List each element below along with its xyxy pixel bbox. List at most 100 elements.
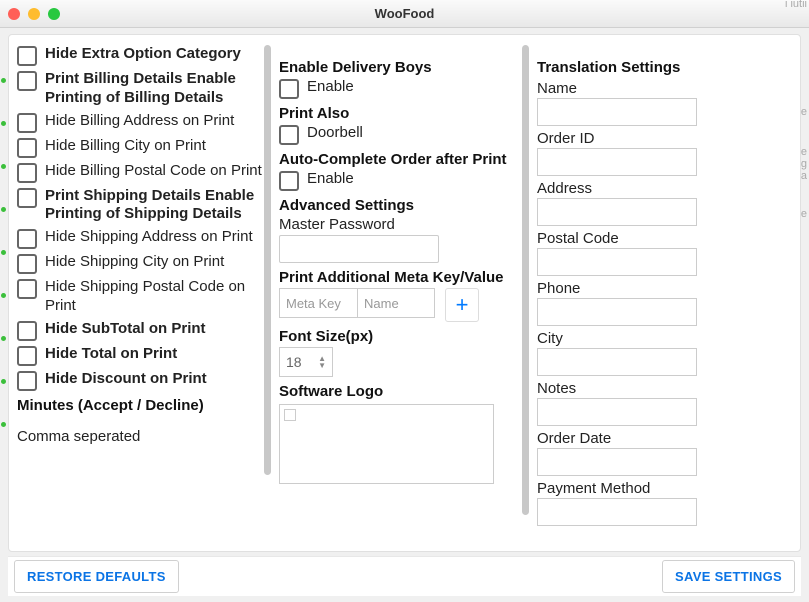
minutes-note: Comma seperated xyxy=(17,428,263,445)
stepper-arrows: ▲ ▼ xyxy=(318,355,326,369)
software-logo-box[interactable] xyxy=(279,404,494,484)
software-logo-heading: Software Logo xyxy=(279,383,521,400)
print-option-checkbox[interactable] xyxy=(17,138,37,158)
translation-field-input[interactable] xyxy=(537,98,697,126)
restore-defaults-button[interactable]: RESTORE DEFAULTS xyxy=(14,560,179,593)
translation-field-label: Payment Method xyxy=(537,480,792,497)
print-option-label: Hide Billing City on Print xyxy=(45,137,206,156)
print-option-checkbox[interactable] xyxy=(17,321,37,341)
print-option-label: Print Shipping Details Enable Printing o… xyxy=(45,187,263,225)
scrollbar-col1[interactable] xyxy=(264,35,271,533)
translation-field-input[interactable] xyxy=(537,198,697,226)
close-icon[interactable] xyxy=(8,8,20,20)
print-option-checkbox[interactable] xyxy=(17,279,37,299)
print-option-checkbox[interactable] xyxy=(17,254,37,274)
print-option-row: Hide Total on Print xyxy=(17,345,263,366)
print-option-label: Hide Billing Postal Code on Print xyxy=(45,162,262,181)
font-size-stepper[interactable]: 18 ▲ ▼ xyxy=(279,347,333,377)
translation-field-input[interactable] xyxy=(537,448,697,476)
print-option-checkbox[interactable] xyxy=(17,188,37,208)
print-option-checkbox[interactable] xyxy=(17,371,37,391)
advanced-settings-heading: Advanced Settings xyxy=(279,197,521,214)
window-title: WooFood xyxy=(0,6,809,21)
translation-field-label: Notes xyxy=(537,380,792,397)
bg-fragment: i iutii xyxy=(785,0,807,10)
print-option-label: Hide Discount on Print xyxy=(45,370,207,389)
print-option-label: Hide SubTotal on Print xyxy=(45,320,206,339)
print-option-row: Hide Billing Address on Print xyxy=(17,112,263,133)
meta-row: Meta Key Name + xyxy=(279,288,521,322)
translation-field-label: Phone xyxy=(537,280,792,297)
master-password-label: Master Password xyxy=(279,216,521,233)
print-option-label: Hide Extra Option Category xyxy=(45,45,241,64)
print-option-row: Hide Shipping City on Print xyxy=(17,253,263,274)
auto-complete-checkbox[interactable] xyxy=(279,171,299,191)
font-size-value: 18 xyxy=(286,354,302,370)
print-option-label: Hide Billing Address on Print xyxy=(45,112,234,131)
translation-field-label: Order Date xyxy=(537,430,792,447)
bg-fragment: e xyxy=(801,208,807,220)
print-option-label: Hide Shipping Address on Print xyxy=(45,228,253,247)
print-option-row: Hide Discount on Print xyxy=(17,370,263,391)
bg-fragment: ega xyxy=(801,146,807,182)
titlebar: WooFood i iutii xyxy=(0,0,809,28)
master-password-input[interactable] xyxy=(279,235,439,263)
print-option-row: Hide Billing City on Print xyxy=(17,137,263,158)
print-option-label: Print Billing Details Enable Printing of… xyxy=(45,70,263,108)
bg-fragment: e xyxy=(801,106,807,118)
chevron-down-icon[interactable]: ▼ xyxy=(318,362,326,369)
translation-field-input[interactable] xyxy=(537,348,697,376)
scrollbar-col2[interactable] xyxy=(522,35,529,533)
print-option-checkbox[interactable] xyxy=(17,163,37,183)
translation-field-input[interactable] xyxy=(537,298,697,326)
translation-field-label: Name xyxy=(537,80,792,97)
column-middle-settings: Enable Delivery Boys Enable Print Also D… xyxy=(271,35,529,551)
font-size-heading: Font Size(px) xyxy=(279,328,521,345)
window-controls xyxy=(8,8,60,20)
minutes-heading: Minutes (Accept / Decline) xyxy=(17,397,263,414)
translation-field-label: Address xyxy=(537,180,792,197)
print-option-checkbox[interactable] xyxy=(17,113,37,133)
translation-field-input[interactable] xyxy=(537,148,697,176)
meta-heading: Print Additional Meta Key/Value xyxy=(279,269,521,286)
footer: RESTORE DEFAULTS SAVE SETTINGS xyxy=(8,556,801,596)
print-option-label: Hide Shipping Postal Code on Print xyxy=(45,278,263,316)
translation-field-label: Order ID xyxy=(537,130,792,147)
logo-placeholder xyxy=(284,409,296,421)
print-option-label: Hide Shipping City on Print xyxy=(45,253,224,272)
maximize-icon[interactable] xyxy=(48,8,60,20)
decorative-dots xyxy=(0,34,8,602)
print-option-checkbox[interactable] xyxy=(17,71,37,91)
print-option-checkbox[interactable] xyxy=(17,229,37,249)
print-option-row: Hide Billing Postal Code on Print xyxy=(17,162,263,183)
print-option-row: Hide Extra Option Category xyxy=(17,45,263,66)
translation-field-label: Postal Code xyxy=(537,230,792,247)
translation-heading: Translation Settings xyxy=(537,59,792,76)
delivery-boys-heading: Enable Delivery Boys xyxy=(279,59,521,76)
plus-icon: + xyxy=(456,292,469,318)
meta-key-input[interactable]: Meta Key xyxy=(279,288,357,318)
add-meta-button[interactable]: + xyxy=(445,288,479,322)
content-area: Hide Extra Option Category Print Billing … xyxy=(8,34,801,552)
translation-field-input[interactable] xyxy=(537,498,697,526)
print-also-heading: Print Also xyxy=(279,105,521,122)
print-option-row: Hide SubTotal on Print xyxy=(17,320,263,341)
print-option-checkbox[interactable] xyxy=(17,346,37,366)
print-option-row: Hide Shipping Address on Print xyxy=(17,228,263,249)
save-settings-button[interactable]: SAVE SETTINGS xyxy=(662,560,795,593)
translation-field-input[interactable] xyxy=(537,398,697,426)
enable-delivery-label: Enable xyxy=(307,78,354,97)
doorbell-label: Doorbell xyxy=(307,124,363,143)
auto-complete-label: Enable xyxy=(307,170,354,189)
print-option-row: Print Billing Details Enable Printing of… xyxy=(17,70,263,108)
doorbell-checkbox[interactable] xyxy=(279,125,299,145)
enable-delivery-checkbox[interactable] xyxy=(279,79,299,99)
print-option-checkbox[interactable] xyxy=(17,46,37,66)
translation-field-input[interactable] xyxy=(537,248,697,276)
meta-name-input[interactable]: Name xyxy=(357,288,435,318)
print-option-row: Print Shipping Details Enable Printing o… xyxy=(17,187,263,225)
minimize-icon[interactable] xyxy=(28,8,40,20)
print-option-row: Hide Shipping Postal Code on Print xyxy=(17,278,263,316)
column-print-options: Hide Extra Option Category Print Billing … xyxy=(9,35,271,551)
auto-complete-heading: Auto-Complete Order after Print xyxy=(279,151,521,168)
